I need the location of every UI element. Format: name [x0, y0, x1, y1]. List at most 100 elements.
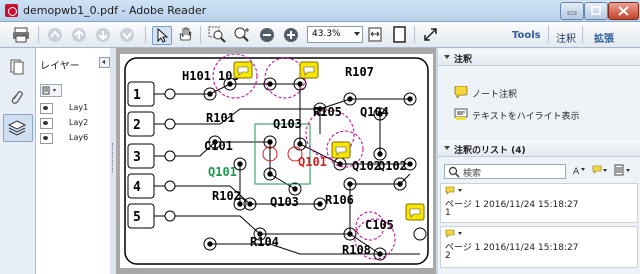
- last-page-icon[interactable]: [118, 26, 136, 43]
- main-toolbar: 43.3% Tools 注釈 拡張: [0, 22, 640, 48]
- comment-list-item[interactable]: ページ 1 2016/11/24 15:18:27 1: [440, 183, 638, 223]
- note-icon: [445, 186, 462, 195]
- pad-hole: [297, 81, 303, 87]
- pcb-label: R102: [212, 189, 241, 203]
- pad-hole: [407, 96, 413, 102]
- pin-label: 2: [133, 118, 141, 133]
- next-page-icon[interactable]: [94, 26, 112, 43]
- pin-label: 5: [133, 210, 141, 225]
- pdf-page[interactable]: 1 2 3 4 5 H101 105 R107 R105 Q104 R101 Q103 C101 Q102…: [120, 53, 433, 268]
- layers-panel: レイヤー Lay1 Lay2 Lay6: [36, 48, 111, 274]
- dynamic-zoom-icon[interactable]: [232, 26, 250, 43]
- layer-item[interactable]: Lay6: [39, 131, 107, 146]
- pages-thumbnail-icon[interactable]: [6, 56, 28, 78]
- trace: [175, 83, 300, 95]
- pad-hole: [397, 181, 403, 187]
- full-screen-icon[interactable]: [422, 26, 440, 43]
- document-area[interactable]: 1 2 3 4 5 H101 105 R107 R105 Q104 R101 Q103 C101 Q102…: [116, 48, 436, 274]
- note-icon: [454, 85, 468, 101]
- annotations-section-header[interactable]: 注釈: [438, 50, 640, 66]
- layer-item[interactable]: Lay2: [39, 116, 107, 131]
- pcb-label: Q104: [360, 105, 389, 119]
- pcb-label: Q103: [273, 117, 302, 131]
- attachment-icon[interactable]: [6, 86, 28, 108]
- layer-item[interactable]: Lay1: [39, 101, 107, 116]
- navigation-pane: [0, 48, 36, 274]
- title-bar: demopwb1_0.pdf - Adobe Reader: [0, 0, 640, 22]
- eye-icon[interactable]: [40, 118, 53, 129]
- pcb-label: R108: [342, 243, 371, 257]
- window-title: demopwb1_0.pdf - Adobe Reader: [23, 4, 207, 17]
- print-icon[interactable]: [12, 26, 30, 43]
- via-pad: [164, 118, 176, 130]
- comment-link[interactable]: 注釈: [556, 30, 576, 45]
- select-tool-icon[interactable]: [152, 26, 172, 45]
- marquee-zoom-icon[interactable]: [208, 26, 226, 43]
- maximize-button[interactable]: [584, 2, 608, 20]
- pcb-label: Q101: [298, 155, 327, 169]
- pad-hole: [337, 161, 343, 167]
- pad-hole: [377, 151, 383, 157]
- fit-page-icon[interactable]: [390, 26, 408, 43]
- sort-icon[interactable]: A: [572, 164, 588, 177]
- comment-text: 2: [445, 251, 451, 261]
- connector-pad: [127, 173, 155, 199]
- comment-list-item[interactable]: ページ 1 2016/11/24 15:18:27 2: [440, 226, 638, 268]
- layers-icon[interactable]: [3, 114, 33, 142]
- extend-link[interactable]: 拡張: [594, 30, 614, 45]
- pcb-label: Q103: [270, 195, 299, 209]
- comments-search-input[interactable]: 検索: [444, 164, 566, 179]
- sticky-note-icon: [299, 61, 319, 79]
- pad-hole: [347, 181, 353, 187]
- close-button[interactable]: [608, 2, 639, 20]
- comments-pane: 注釈 ノート注釈 テキストをハイライト表示 注釈のリスト (4) 検索 A ペー…: [438, 48, 640, 274]
- pcb-label: C101: [204, 139, 233, 153]
- mounting-hole: [413, 227, 427, 241]
- zoom-out-icon[interactable]: [258, 26, 276, 43]
- eye-icon[interactable]: [40, 103, 53, 114]
- pcb-drawing: 12345H101 105 R107R105 Q104R101 Q103C101Q102…: [124, 53, 429, 265]
- sticky-note-icon: [331, 141, 351, 159]
- collapse-panel-icon[interactable]: [99, 57, 110, 68]
- pad-hole: [267, 81, 273, 87]
- minimize-button[interactable]: [560, 2, 584, 20]
- pcb-label: R105: [313, 105, 342, 119]
- pad-hole: [292, 186, 298, 192]
- pad-hole: [237, 161, 243, 167]
- layer-label: Lay2: [69, 118, 89, 127]
- pcb-label: Q102: [352, 159, 381, 173]
- chevron-down-icon: [444, 146, 450, 150]
- search-placeholder: 検索: [463, 169, 482, 179]
- pcb-label: R101: [206, 111, 235, 125]
- connector-pad: [127, 81, 155, 107]
- tools-link[interactable]: Tools: [512, 30, 541, 41]
- pad-hole: [347, 96, 353, 102]
- comments-list-section-header[interactable]: 注釈のリスト (4): [438, 141, 640, 157]
- first-page-icon[interactable]: [46, 26, 64, 43]
- chevron-down-icon[interactable]: [354, 32, 360, 36]
- via-pad: [164, 210, 176, 222]
- comment-text: 1: [445, 208, 451, 218]
- pcb-label: R107: [345, 65, 374, 79]
- note-icon: [445, 229, 462, 238]
- connector-pad: [127, 203, 155, 229]
- fit-width-icon[interactable]: [366, 26, 384, 43]
- pin-label: 4: [133, 180, 141, 195]
- list-options-icon[interactable]: [614, 164, 634, 177]
- pcb-label: C105: [365, 218, 394, 232]
- hand-tool-icon[interactable]: [176, 26, 194, 43]
- pad-hole: [347, 231, 353, 237]
- sticky-note-icon: [405, 203, 425, 221]
- zoom-in-icon[interactable]: [282, 26, 300, 43]
- layer-options-button[interactable]: [40, 84, 62, 97]
- previous-page-icon[interactable]: [70, 26, 88, 43]
- trace: [210, 243, 420, 255]
- pad-hole: [317, 201, 323, 207]
- layer-label: Lay6: [69, 133, 89, 142]
- pcb-label: Q102: [378, 159, 407, 173]
- zoom-level-field[interactable]: 43.3%: [307, 26, 363, 43]
- eye-icon[interactable]: [40, 133, 53, 144]
- filter-comments-icon[interactable]: [592, 164, 610, 177]
- layer-label: Lay1: [69, 103, 89, 112]
- pin-label: 1: [133, 88, 141, 103]
